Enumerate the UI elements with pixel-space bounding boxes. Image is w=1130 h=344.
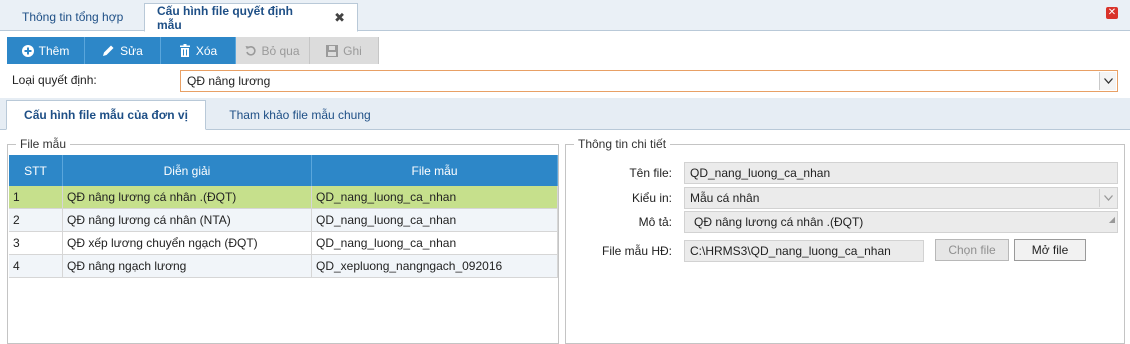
description-value: QĐ nâng lương cá nhân .(ĐQT)	[694, 215, 864, 229]
print-type-value: Mẫu cá nhân	[690, 191, 760, 205]
print-type-label: Kiểu in:	[631, 191, 672, 205]
sub-tab-bar: Cấu hình file mẫu của đơn vị Tham khảo f…	[0, 98, 1130, 130]
subtab-label: Tham khảo file mẫu chung	[229, 108, 371, 122]
cell-description: QĐ nâng ngạch lương	[63, 255, 312, 277]
resize-grip-icon[interactable]: ◢	[1109, 210, 1115, 230]
cell-description: QĐ xếp lương chuyển ngạch (ĐQT)	[63, 232, 312, 254]
save-button-label: Ghi	[343, 43, 362, 58]
add-button-label: Thêm	[38, 43, 70, 58]
tab-label: Thông tin tổng hợp	[22, 10, 124, 24]
open-file-button[interactable]: Mở file	[1014, 239, 1086, 261]
template-file-label: File mẫu HĐ:	[601, 244, 672, 258]
column-header-stt[interactable]: STT	[9, 155, 63, 186]
table-row[interactable]: 2 QĐ nâng lương cá nhân (NTA) QD_nang_lu…	[9, 209, 558, 232]
plus-icon	[21, 44, 34, 57]
print-type-select[interactable]: Mẫu cá nhân	[684, 187, 1118, 209]
cell-stt: 4	[9, 255, 63, 277]
document-tab-bar: Thông tin tổng hợp Cấu hình file quyết đ…	[0, 0, 1130, 32]
undo-icon	[245, 46, 257, 56]
file-name-field[interactable]: QD_nang_luong_ca_nhan	[684, 162, 1118, 184]
edit-button-label: Sửa	[120, 43, 143, 58]
table-row[interactable]: 3 QĐ xếp lương chuyển ngạch (ĐQT) QD_nan…	[9, 232, 558, 255]
column-header-file[interactable]: File mẫu	[312, 155, 558, 186]
file-template-table: STT Diễn giải File mẫu 1 QĐ nâng lương c…	[9, 155, 558, 278]
save-button[interactable]: Ghi	[310, 37, 379, 64]
tab-cau-hinh-file-quyet-dinh-mau[interactable]: Cấu hình file quyết định mẫu ✖	[144, 3, 358, 32]
cell-description: QĐ nâng lương cá nhân (NTA)	[63, 209, 312, 231]
tab-tham-khao-file-mau-chung[interactable]: Tham khảo file mẫu chung	[212, 100, 388, 130]
decision-type-value: QĐ nâng lương	[187, 74, 271, 88]
add-button[interactable]: Thêm	[7, 37, 85, 64]
subtab-label: Cấu hình file mẫu của đơn vị	[24, 108, 188, 122]
description-label: Mô tả:	[638, 215, 672, 229]
save-icon	[326, 44, 339, 57]
cell-file: QD_nang_luong_ca_nhan	[312, 186, 558, 208]
cell-stt: 3	[9, 232, 63, 254]
close-icon[interactable]: ✖	[334, 10, 345, 26]
table-row[interactable]: 1 QĐ nâng lương cá nhân .(ĐQT) QD_nang_l…	[9, 186, 558, 209]
pencil-icon	[103, 45, 114, 56]
toolbar: Thêm Sửa Xóa Bỏ qua Ghi	[7, 37, 379, 64]
table-row[interactable]: 4 QĐ nâng ngạch lương QD_xepluong_nangng…	[9, 255, 558, 278]
edit-button[interactable]: Sửa	[85, 37, 161, 64]
file-name-label: Tên file:	[629, 166, 672, 180]
chevron-down-icon[interactable]	[1099, 72, 1116, 90]
tab-thong-tin-tong-hop[interactable]: Thông tin tổng hợp	[10, 3, 140, 31]
tab-cau-hinh-file-mau-don-vi[interactable]: Cấu hình file mẫu của đơn vị	[6, 100, 206, 130]
skip-button-label: Bỏ qua	[261, 43, 300, 58]
delete-button[interactable]: Xóa	[161, 37, 236, 64]
window-close-icon[interactable]: ✕	[1106, 7, 1118, 19]
chevron-down-icon[interactable]	[1099, 189, 1116, 207]
skip-button[interactable]: Bỏ qua	[236, 37, 310, 64]
template-path-field[interactable]: C:\HRMS3\QD_nang_luong_ca_nhan	[684, 240, 924, 262]
cell-stt: 1	[9, 186, 63, 208]
cell-stt: 2	[9, 209, 63, 231]
choose-file-button[interactable]: Chọn file	[935, 239, 1009, 261]
column-header-description[interactable]: Diễn giải	[63, 155, 312, 186]
cell-file: QD_nang_luong_ca_nhan	[312, 209, 558, 231]
cell-description: QĐ nâng lương cá nhân .(ĐQT)	[63, 186, 312, 208]
file-template-legend: File mẫu	[16, 137, 71, 151]
detail-legend: Thông tin chi tiết	[574, 137, 671, 151]
cell-file: QD_xepluong_nangngach_092016	[312, 255, 558, 277]
delete-button-label: Xóa	[195, 43, 218, 58]
tab-label: Cấu hình file quyết định mẫu	[157, 3, 293, 32]
decision-type-label: Loại quyết định:	[12, 73, 97, 87]
table-header: STT Diễn giải File mẫu	[9, 155, 558, 186]
cell-file: QD_nang_luong_ca_nhan	[312, 232, 558, 254]
description-field[interactable]: QĐ nâng lương cá nhân .(ĐQT) ◢	[684, 211, 1118, 233]
decision-type-select[interactable]: QĐ nâng lương	[180, 70, 1118, 92]
trash-icon	[179, 44, 190, 57]
